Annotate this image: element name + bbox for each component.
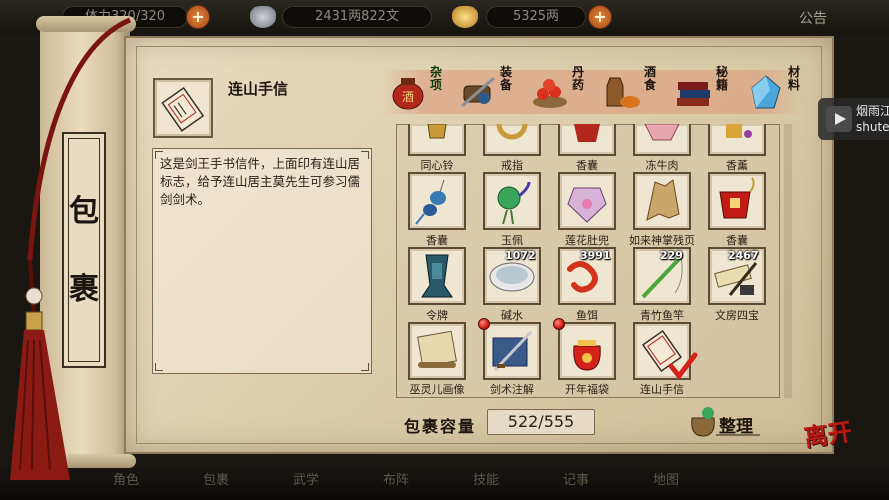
item-name: 开年福袋 <box>565 383 609 396</box>
item-name: 同心铃 <box>420 159 454 172</box>
tab-medicine-label: 丹药 <box>571 65 584 92</box>
add-gold-button[interactable]: + <box>588 5 612 29</box>
item-slot[interactable] <box>483 123 541 156</box>
bottom-tab-martial[interactable]: 武学 <box>276 466 336 496</box>
notice-button[interactable]: 公告 <box>799 8 827 28</box>
tab-equipment-label: 装备 <box>499 65 512 92</box>
item-grid-scrollbar[interactable] <box>784 124 792 398</box>
tab-equipment[interactable]: 装备 <box>454 66 524 116</box>
item-slot[interactable] <box>633 172 691 230</box>
tassel-decoration <box>10 17 131 480</box>
add-stamina-button[interactable]: + <box>186 5 210 29</box>
item-name: 戒指 <box>501 159 523 172</box>
item-name: 文房四宝 <box>715 309 759 322</box>
bag-icon <box>691 407 715 437</box>
gold-ingot-icon <box>452 6 478 28</box>
item-slot[interactable] <box>633 123 691 156</box>
bottom-tab-bag[interactable]: 包裹 <box>186 466 246 496</box>
item-slot[interactable] <box>408 172 466 230</box>
item-slot[interactable] <box>408 322 466 380</box>
item-name: 莲花肚兜 <box>565 234 609 247</box>
sword-manual-icon <box>492 330 533 372</box>
leave-button[interactable]: 离开 <box>801 410 866 460</box>
item-slot[interactable] <box>483 322 541 380</box>
bottom-tab-skill[interactable]: 技能 <box>456 466 516 496</box>
tab-food[interactable]: 酒食 <box>598 66 668 116</box>
blue-sachet-icon <box>415 179 446 225</box>
bottom-tab-journal[interactable]: 记事 <box>546 466 606 496</box>
lucky-bag-icon <box>573 340 601 371</box>
item-name: 香囊 <box>726 234 748 247</box>
token-icon <box>421 254 453 298</box>
item-slot[interactable] <box>708 124 766 156</box>
item-quantity: 2467 <box>728 249 759 262</box>
item-quantity: 229 <box>660 249 683 262</box>
bib-icon <box>567 187 607 223</box>
item-slot[interactable] <box>558 172 616 230</box>
item-name: 香薰 <box>726 159 748 172</box>
tab-misc-label: 杂项 <box>429 65 442 92</box>
books-icon <box>677 82 710 106</box>
money-display: 2431两822文 <box>282 6 432 28</box>
item-name: 如来神掌残页 <box>629 234 695 247</box>
item-name: 青竹鱼竿 <box>640 309 684 322</box>
tab-manuals[interactable]: 秘籍 <box>670 66 740 116</box>
item-name: 玉佩 <box>501 234 523 247</box>
item-slot[interactable] <box>408 123 466 156</box>
bottom-tab-map[interactable]: 地图 <box>636 466 696 496</box>
item-name: 连山手信 <box>640 383 684 396</box>
silver-ingot-icon <box>250 6 276 28</box>
red-sachet-icon <box>719 177 755 219</box>
video-subtitle: shute <box>856 120 889 134</box>
torn-page-icon <box>646 179 680 221</box>
beef-icon <box>644 123 680 141</box>
portrait-scroll-icon <box>417 330 457 368</box>
checkmark-icon <box>668 352 698 380</box>
equipment-icon <box>461 76 495 108</box>
tab-food-label: 酒食 <box>643 65 656 92</box>
bottom-tab-formation[interactable]: 布阵 <box>366 466 426 496</box>
sachet-icon <box>574 124 600 142</box>
item-name: 香囊 <box>426 234 448 247</box>
selected-item-frame <box>153 78 213 138</box>
crystal-icon <box>751 75 781 109</box>
jar-icon: 酒 <box>392 78 424 110</box>
pills-icon <box>533 79 567 108</box>
item-name: 香囊 <box>576 159 598 172</box>
new-item-badge <box>553 318 565 330</box>
selected-item-name: 连山手信 <box>228 80 289 98</box>
item-quantity: 3991 <box>580 249 611 262</box>
item-quantity: 1072 <box>505 249 536 262</box>
tab-misc[interactable]: 酒 杂项 <box>384 66 454 116</box>
ring-icon <box>496 123 528 140</box>
play-icon[interactable] <box>826 106 852 132</box>
new-item-badge <box>478 318 490 330</box>
jade-pendant-icon <box>497 181 531 225</box>
item-name: 剑术注解 <box>490 383 534 396</box>
tab-manuals-label: 秘籍 <box>715 65 728 92</box>
item-name: 冻牛肉 <box>645 159 679 172</box>
item-name: 巫灵儿画像 <box>409 383 465 396</box>
item-slot[interactable] <box>708 172 766 230</box>
item-slot[interactable] <box>483 172 541 230</box>
capacity-value: 522/555 <box>487 409 595 435</box>
tab-materials[interactable]: 材料 <box>742 66 812 116</box>
letter-icon <box>161 86 205 132</box>
item-slot[interactable] <box>558 124 616 156</box>
bell-icon <box>427 123 447 139</box>
item-name: 令牌 <box>426 309 448 322</box>
video-title: 烟雨江 <box>856 104 889 118</box>
incense-icon <box>726 124 752 138</box>
tab-medicine[interactable]: 丹药 <box>526 66 596 116</box>
item-slot[interactable] <box>408 247 466 305</box>
sort-underline <box>716 434 760 436</box>
item-slot[interactable] <box>558 322 616 380</box>
svg-text:酒: 酒 <box>402 90 414 104</box>
item-description: 这是剑王手书信件，上面印有连山居标志，给予连山居主莫先生可参习儒剑剑术。 <box>160 156 361 207</box>
tab-materials-label: 材料 <box>787 65 800 92</box>
gold-display: 5325两 <box>486 6 586 28</box>
capacity-label: 包裹容量 <box>404 417 477 436</box>
wine-food-icon <box>606 77 640 108</box>
